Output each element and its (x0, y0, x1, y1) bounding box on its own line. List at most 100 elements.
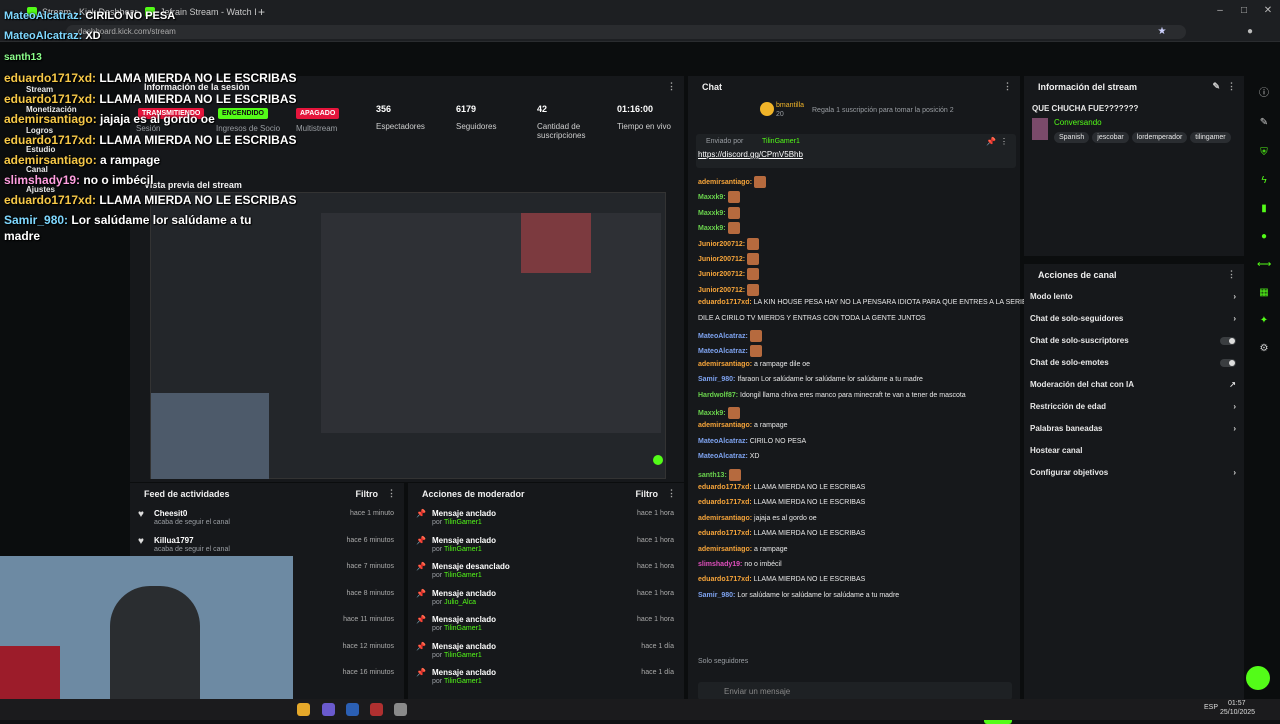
chat-message[interactable]: santh13: (698, 468, 741, 481)
chat-message[interactable]: Junior200712: (698, 253, 760, 265)
channel-action-item[interactable]: Chat de solo-emotes (1030, 358, 1236, 376)
chat-message[interactable]: slimshady19: no o imbécil (698, 561, 782, 568)
mod-user[interactable]: TilinGamer1 (444, 546, 482, 553)
chat-message[interactable]: eduardo1717xd: LLAMA MIERDA NO LE ESCRIB… (698, 499, 865, 506)
chat-input[interactable]: Enviar un mensaje (698, 682, 1012, 700)
activity-user[interactable]: Cheesit0 (154, 509, 187, 518)
chat-username[interactable]: ademirsantiago: (698, 422, 752, 429)
chat-username[interactable]: Junior200712: (698, 287, 745, 294)
close-icon[interactable]: ✕ (1262, 5, 1274, 17)
chat-message[interactable]: ademirsantiago: jajaja es al gordo oe (698, 515, 817, 522)
toggle-switch[interactable] (1220, 337, 1236, 345)
obs-icon[interactable] (370, 703, 383, 716)
bookmark-star-icon[interactable]: ★ (1156, 26, 1168, 38)
chat-username[interactable]: Junior200712: (698, 271, 745, 278)
shield-icon[interactable]: ⛨ (1257, 146, 1271, 160)
chat-username[interactable]: eduardo1717xd: (698, 484, 752, 491)
filter-button[interactable]: Filtro (636, 489, 659, 499)
chat-username[interactable]: ademirsantiago: (698, 546, 752, 553)
mod-action-row[interactable]: 📌 Mensaje anclado por TilinGamer1 hace 1 dí… (408, 638, 684, 664)
chat-username[interactable]: Hardwolf87: (698, 392, 738, 399)
chat-message[interactable]: Samir_980: Ifaraon Lor salúdame lor salú… (698, 376, 923, 383)
activity-row[interactable]: ♥ Cheesit0 acaba de seguir el canal hace 1 … (130, 505, 404, 531)
more-icon[interactable]: ⋮ (667, 81, 676, 92)
chat-message[interactable]: ademirsantiago: a rampage (698, 422, 788, 429)
toggle-switch[interactable] (1220, 359, 1236, 367)
chat-username[interactable]: Maxxk9: (698, 225, 726, 232)
chat-message[interactable]: eduardo1717xd: LA KIN HOUSE PESA HAY NO … (698, 299, 1027, 306)
chat-message[interactable]: Hardwolf87: Idongil llama chiva eres man… (698, 392, 966, 399)
chat-username[interactable]: eduardo1717xd: (698, 576, 752, 583)
mod-user[interactable]: TilinGamer1 (444, 652, 482, 659)
mod-action-row[interactable]: 📌 Mensaje anclado por TilinGamer1 hace 1 ho… (408, 532, 684, 558)
address-bar[interactable]: dashboard.kick.com/stream (66, 25, 1186, 39)
mod-user[interactable]: TilinGamer1 (444, 519, 482, 526)
more-icon[interactable]: ⋮ (387, 488, 396, 499)
chat-message[interactable]: eduardo1717xd: LLAMA MIERDA NO LE ESCRIB… (698, 530, 865, 537)
mod-user[interactable]: Julio_Alca (444, 599, 476, 606)
chat-bubble-icon[interactable]: ● (1257, 230, 1271, 244)
chat-message[interactable]: Maxxk9: (698, 191, 740, 204)
mod-action-row[interactable]: 📌 Mensaje anclado por TilinGamer1 hace 1 ho… (408, 505, 684, 531)
chat-message[interactable]: DILE A CIRILO TV MIERDS Y ENTRAS CON TOD… (698, 315, 926, 322)
chat-message[interactable]: MateoAlcatraz: CIRILO NO PESA (698, 438, 806, 445)
info-icon[interactable]: ⓘ (1257, 87, 1271, 101)
mod-action-row[interactable]: 📌 Mensaje desanclado por TilinGamer1 hace 1… (408, 558, 684, 584)
chat-username[interactable]: ademirsantiago: (698, 361, 752, 368)
mod-action-row[interactable]: 📌 Mensaje anclado por Julio_Alca hace 1 hor… (408, 585, 684, 611)
stream-category[interactable]: Conversando (1054, 118, 1102, 127)
chat-message[interactable]: MateoAlcatraz: (698, 330, 762, 342)
chat-username[interactable]: ademirsantiago: (698, 179, 752, 186)
chat-username[interactable]: santh13: (698, 471, 727, 478)
chat-username[interactable]: ademirsantiago: (698, 515, 752, 522)
chat-message[interactable]: ademirsantiago: (698, 176, 767, 188)
steam-icon[interactable] (346, 703, 359, 716)
chat-message[interactable]: Junior200712: (698, 283, 760, 296)
chat-username[interactable]: MateoAlcatraz: (698, 453, 748, 460)
chat-message[interactable]: Junior200712: (698, 268, 760, 281)
more-icon[interactable]: ⋮ (667, 488, 676, 499)
stream-tag[interactable]: Spanish (1054, 132, 1090, 143)
mod-action-row[interactable]: 📌 Mensaje anclado por TilinGamer1 hace 1 dí… (408, 664, 684, 690)
filter-button[interactable]: Filtro (356, 489, 379, 499)
channel-action-item[interactable]: Chat de solo-suscriptores (1030, 336, 1236, 354)
settings-icon[interactable]: ⚙ (1257, 342, 1271, 356)
stream-tag[interactable]: jescobar (1092, 132, 1129, 143)
chat-message[interactable]: Samir_980: Lor salúdame lor salúdame lor… (698, 592, 899, 599)
chat-username[interactable]: slimshady19: (698, 561, 742, 568)
mod-user[interactable]: TilinGamer1 (444, 625, 482, 632)
more-icon[interactable]: ⋮ (1227, 81, 1236, 92)
chat-username[interactable]: MateoAlcatraz: (698, 438, 748, 445)
chat-username[interactable]: Samir_980: (698, 592, 735, 599)
channel-action-item[interactable]: Moderación del chat con IA ↗ (1030, 380, 1236, 398)
chat-username[interactable]: eduardo1717xd: (698, 499, 752, 506)
chat-username[interactable]: Junior200712: (698, 256, 745, 263)
channel-action-item[interactable]: Modo lento › (1030, 292, 1236, 310)
channel-action-item[interactable]: Hostear canal (1030, 446, 1236, 464)
bolt-icon[interactable]: ϟ (1257, 174, 1271, 188)
gift-sub-prompt[interactable]: Regala 1 suscripción para tomar la posic… (812, 107, 954, 114)
chat-message[interactable]: MateoAlcatraz: XD (698, 453, 759, 460)
chat-message[interactable]: eduardo1717xd: LLAMA MIERDA NO LE ESCRIB… (698, 484, 865, 491)
chrome-icon[interactable] (297, 703, 310, 716)
mod-user[interactable]: TilinGamer1 (444, 678, 482, 685)
more-icon[interactable]: ⋮ (1227, 269, 1236, 280)
help-chat-icon[interactable] (1246, 666, 1270, 690)
chat-username[interactable]: eduardo1717xd: (698, 299, 752, 306)
maximize-icon[interactable]: □ (1238, 5, 1250, 17)
stream-tag[interactable]: lordemperador (1131, 132, 1188, 143)
pencil-icon[interactable]: ✎ (1257, 116, 1271, 130)
more-icon[interactable]: ⋮ (1003, 81, 1012, 92)
document-icon[interactable]: ▮ (1257, 202, 1271, 216)
minimize-icon[interactable]: – (1214, 5, 1226, 17)
chat-username[interactable]: MateoAlcatraz: (698, 348, 748, 355)
chat-message[interactable]: Junior200712: (698, 237, 760, 250)
more-icon[interactable]: ⋮ (1000, 137, 1008, 146)
mod-user[interactable]: TilinGamer1 (444, 572, 482, 579)
chat-message[interactable]: MateoAlcatraz: (698, 345, 762, 358)
chat-message[interactable]: Maxxk9: (698, 222, 740, 235)
chat-username[interactable]: Maxxk9: (698, 210, 726, 217)
clock-date[interactable]: 25/10/2025 (1220, 709, 1255, 716)
channel-action-item[interactable]: Restricción de edad › (1030, 402, 1236, 420)
chat-username[interactable]: MateoAlcatraz: (698, 333, 748, 340)
